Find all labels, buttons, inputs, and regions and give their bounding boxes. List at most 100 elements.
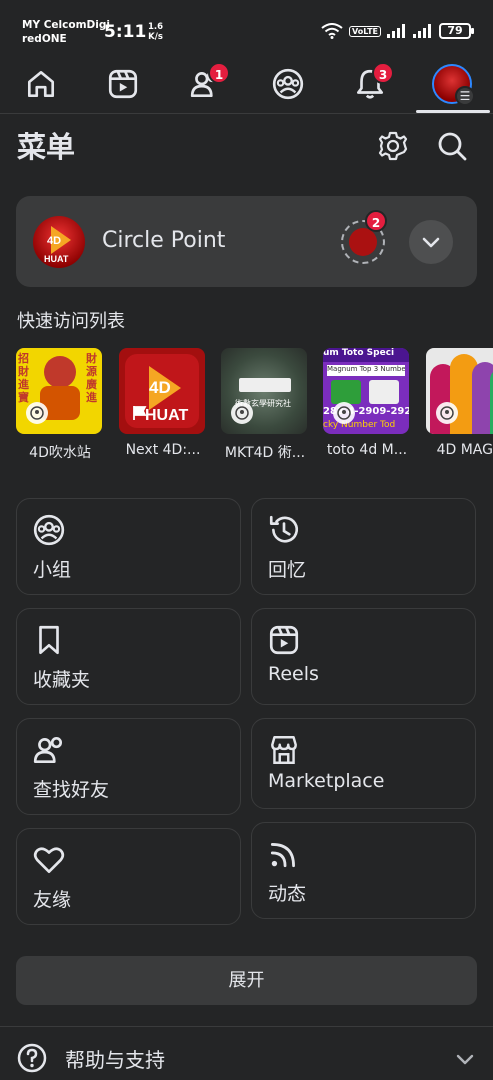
reels-icon <box>108 69 138 99</box>
switch-profile-avatar <box>349 228 377 256</box>
active-tab-indicator <box>416 110 490 113</box>
search-button[interactable] <box>432 126 472 166</box>
menu-tile-dating[interactable]: 友缘 <box>16 828 241 925</box>
chevron-down-icon <box>422 237 440 248</box>
group-icon <box>26 402 48 424</box>
feeds-icon <box>270 843 295 868</box>
group-icon <box>436 402 458 424</box>
profile-card-avatar: 4D HUAT <box>33 216 85 268</box>
help-support-row[interactable]: 帮助与支持 <box>16 1038 477 1078</box>
menu-tile-reels[interactable]: Reels <box>251 608 476 705</box>
huat-logo-icon: 4D HUAT <box>44 226 71 264</box>
profile-avatar: ☰ <box>432 64 475 106</box>
home-icon <box>27 70 55 98</box>
group-icon <box>333 402 355 424</box>
nav-reels-tab[interactable] <box>93 60 153 108</box>
profile-expand-button[interactable] <box>409 220 453 264</box>
thumb-text-right: 財源廣進 <box>86 352 97 404</box>
menu-tile-marketplace[interactable]: Marketplace <box>251 718 476 809</box>
shortcut-thumbnail: 4D HUAT <box>119 348 205 434</box>
notifications-badge: 3 <box>372 62 394 84</box>
menu-tile-label: Marketplace <box>268 770 385 792</box>
thumb-subheader: Magnum Top 3 Number <box>327 365 405 376</box>
nav-notifications-tab[interactable]: 3 <box>340 60 400 108</box>
shortcut-thumbnail: 招財進寶 財源廣進 <box>16 348 102 434</box>
nav-menu-tab[interactable]: ☰ <box>422 60 482 108</box>
shortcut-item[interactable]: 4D HUAT Next 4D:... <box>119 348 207 458</box>
svg-text:4D: 4D <box>149 378 171 397</box>
menu-tile-find-friends[interactable]: 查找好友 <box>16 718 241 815</box>
menu-tile-label: 回忆 <box>268 559 307 581</box>
bookmark-icon <box>39 625 59 655</box>
top-navigation: 1 3 ☰ <box>0 56 493 114</box>
shortcut-label: 4D MAGN <box>436 442 493 458</box>
speed-value: 1.6 <box>148 22 164 32</box>
shortcut-thumbnail <box>426 348 493 434</box>
flag-icon <box>129 402 151 424</box>
menu-tile-groups[interactable]: 小组 <box>16 498 241 595</box>
help-icon <box>17 1043 47 1073</box>
menu-tile-feeds[interactable]: 动态 <box>251 822 476 919</box>
status-bar: MY CelcomDigi redONE 5:11 1.6 K/s VoLTE … <box>0 0 493 56</box>
groups-icon <box>272 68 304 100</box>
signal-icon-2 <box>413 24 431 38</box>
menu-tile-label: 动态 <box>268 883 307 905</box>
shortcut-item[interactable]: 術數玄學研究社 MKT4D 術... <box>221 348 309 462</box>
svg-text:HUAT: HUAT <box>44 254 69 264</box>
reels-icon <box>269 625 299 655</box>
marketplace-icon <box>271 736 297 764</box>
group-icon <box>231 402 253 424</box>
status-time: 5:11 <box>104 22 147 42</box>
shortcut-item[interactable]: 4D MAGN <box>426 348 493 458</box>
shortcut-thumbnail: um Toto Speci Magnum Top 3 Number 282 4-… <box>323 348 409 434</box>
network-speed: 1.6 K/s <box>148 22 163 42</box>
thumb-footer: cky Number Tod <box>323 420 396 430</box>
menu-tile-label: 友缘 <box>33 889 72 911</box>
nav-home-tab[interactable] <box>11 60 71 108</box>
nav-groups-tab[interactable] <box>258 60 318 108</box>
menu-tile-label: 小组 <box>33 559 72 581</box>
svg-text:HUAT: HUAT <box>145 407 188 424</box>
menu-tile-label: Reels <box>268 663 319 685</box>
shortcut-label: Next 4D:... <box>125 442 201 458</box>
switch-profile-button[interactable]: 2 <box>341 210 387 264</box>
search-icon <box>438 132 467 161</box>
page-title: 菜单 <box>17 130 76 164</box>
shortcuts-title: 快速访问列表 <box>17 311 125 332</box>
expand-button[interactable]: 展开 <box>16 956 477 1005</box>
settings-button[interactable] <box>373 126 413 166</box>
speed-unit: K/s <box>148 32 163 42</box>
shortcut-item[interactable]: um Toto Speci Magnum Top 3 Number 282 4-… <box>323 348 411 458</box>
profile-card[interactable]: 4D HUAT Circle Point 2 <box>16 196 477 287</box>
shortcut-item[interactable]: 招財進寶 財源廣進 4D吹水站 <box>16 348 104 462</box>
menu-tile-saved[interactable]: 收藏夹 <box>16 608 241 705</box>
svg-text:4D: 4D <box>47 235 61 247</box>
groups-icon <box>33 514 65 546</box>
signal-icon <box>387 24 405 38</box>
menu-tile-memories[interactable]: 回忆 <box>251 498 476 595</box>
shortcut-label: MKT4D 術... <box>224 445 306 461</box>
battery-icon: 79 <box>439 23 474 39</box>
shortcut-thumbnail: 術數玄學研究社 <box>221 348 307 434</box>
friends-badge: 1 <box>208 62 230 84</box>
thumb-text-left: 招財進寶 <box>18 352 29 404</box>
wifi-icon <box>321 23 343 39</box>
menu-tile-label: 查找好友 <box>33 779 110 801</box>
carrier-name: MY CelcomDigi redONE <box>22 18 110 46</box>
menu-tile-label: 收藏夹 <box>33 669 91 691</box>
nav-friends-tab[interactable]: 1 <box>176 60 236 108</box>
switch-profile-badge: 2 <box>365 210 387 232</box>
chevron-down-icon <box>456 1054 474 1065</box>
shortcut-label: toto 4d M... <box>326 442 408 458</box>
help-label: 帮助与支持 <box>65 1048 165 1072</box>
divider <box>0 1026 493 1027</box>
gear-icon <box>378 131 408 161</box>
profile-name: Circle Point <box>102 228 226 253</box>
find-friends-icon <box>33 736 63 764</box>
heart-icon <box>33 847 65 874</box>
memories-icon <box>269 515 299 543</box>
volte-icon: VoLTE <box>349 25 381 37</box>
shortcut-label: 4D吹水站 <box>29 445 91 461</box>
carrier-line-2: redONE <box>22 33 67 45</box>
system-icons: VoLTE 79 <box>321 23 474 39</box>
